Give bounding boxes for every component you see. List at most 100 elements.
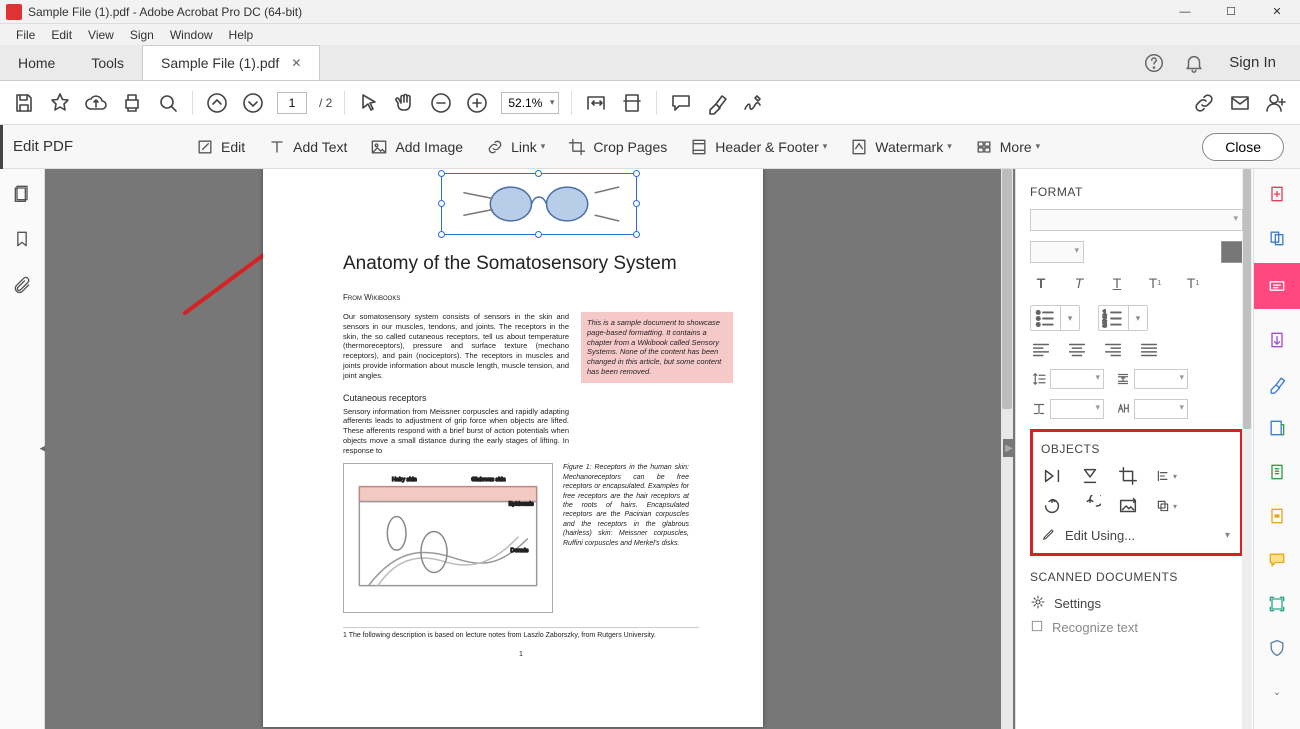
char-spacing-select[interactable]	[1134, 399, 1188, 419]
zoom-in-icon[interactable]	[465, 91, 489, 115]
bold-icon[interactable]: T	[1030, 273, 1052, 293]
selection-tool-icon[interactable]	[357, 91, 381, 115]
crop-pages-button[interactable]: Crop Pages	[567, 137, 667, 157]
fit-width-icon[interactable]	[584, 91, 608, 115]
save-icon[interactable]	[12, 91, 36, 115]
superscript-icon[interactable]: T1	[1144, 273, 1166, 293]
bullet-list-group[interactable]: ▾	[1030, 305, 1080, 331]
chevron-down-icon[interactable]: ▾	[1061, 306, 1079, 330]
organize-pages-icon[interactable]	[1264, 415, 1290, 441]
resize-handle[interactable]	[438, 231, 445, 238]
comment-icon[interactable]	[669, 91, 693, 115]
more-button[interactable]: More▾	[974, 137, 1040, 157]
align-justify-icon[interactable]	[1138, 341, 1160, 359]
combine-files-icon[interactable]	[1264, 225, 1290, 251]
flip-horizontal-icon[interactable]	[1041, 466, 1063, 486]
highlight-icon[interactable]	[705, 91, 729, 115]
line-spacing-select[interactable]	[1050, 369, 1104, 389]
tab-tools[interactable]: Tools	[73, 45, 142, 80]
minimize-button[interactable]: —	[1162, 0, 1208, 24]
compress-pdf-icon[interactable]	[1264, 459, 1290, 485]
font-color-swatch[interactable]	[1221, 241, 1243, 263]
menu-file[interactable]: File	[8, 26, 43, 44]
tab-document[interactable]: Sample File (1).pdf ✕	[142, 45, 320, 80]
bell-icon[interactable]	[1183, 52, 1205, 74]
resize-handle[interactable]	[633, 200, 640, 207]
crop-image-icon[interactable]	[1117, 466, 1139, 486]
hand-tool-icon[interactable]	[393, 91, 417, 115]
star-icon[interactable]	[48, 91, 72, 115]
flip-vertical-icon[interactable]	[1079, 466, 1101, 486]
find-icon[interactable]	[156, 91, 180, 115]
close-edit-button[interactable]: Close	[1202, 133, 1284, 161]
add-image-button[interactable]: Add Image	[369, 137, 463, 157]
collapse-right-icon[interactable]: ▶	[1003, 439, 1015, 457]
resize-handle[interactable]	[438, 200, 445, 207]
selected-image[interactable]	[441, 173, 637, 235]
rotate-cw-icon[interactable]	[1079, 496, 1101, 516]
cloud-upload-icon[interactable]	[84, 91, 108, 115]
resize-handle[interactable]	[438, 170, 445, 177]
menu-window[interactable]: Window	[162, 26, 221, 44]
scrollbar-thumb[interactable]	[1243, 169, 1251, 429]
horizontal-scale-select[interactable]	[1050, 399, 1104, 419]
paragraph-spacing-select[interactable]	[1134, 369, 1188, 389]
menu-view[interactable]: View	[80, 26, 122, 44]
zoom-out-icon[interactable]	[429, 91, 453, 115]
close-window-button[interactable]: ✕	[1254, 0, 1300, 24]
sign-icon[interactable]	[741, 91, 765, 115]
header-footer-button[interactable]: Header & Footer▾	[689, 137, 827, 157]
scrollbar-thumb[interactable]	[1002, 169, 1012, 409]
document-view[interactable]: ▶ Anatomy of the Somatosensory System Fr…	[45, 169, 1015, 729]
sign-rail-icon[interactable]	[1264, 371, 1290, 397]
align-left-icon[interactable]	[1030, 341, 1052, 359]
number-list-group[interactable]: 123▾	[1098, 305, 1148, 331]
recognize-text-checkbox[interactable]: Recognize text	[1030, 619, 1243, 636]
scan-ocr-icon[interactable]	[1264, 591, 1290, 617]
align-right-icon[interactable]	[1102, 341, 1124, 359]
export-pdf-icon[interactable]	[1264, 327, 1290, 353]
scanned-settings-button[interactable]: Settings	[1030, 594, 1243, 613]
watermark-button[interactable]: Watermark▾	[849, 137, 951, 157]
add-people-icon[interactable]	[1264, 91, 1288, 115]
numbered-list-icon[interactable]: 123	[1099, 306, 1129, 330]
maximize-button[interactable]: ☐	[1208, 0, 1254, 24]
bookmark-icon[interactable]	[12, 229, 32, 249]
add-text-button[interactable]: Add Text	[267, 137, 347, 157]
edit-pdf-rail-icon[interactable]	[1254, 263, 1300, 309]
arrange-icon[interactable]: ▾	[1155, 496, 1177, 516]
edit-button[interactable]: Edit	[195, 137, 245, 157]
italic-icon[interactable]: T	[1068, 273, 1090, 293]
align-objects-icon[interactable]: ▾	[1155, 466, 1177, 486]
fit-page-icon[interactable]	[620, 91, 644, 115]
comment-rail-icon[interactable]	[1264, 547, 1290, 573]
replace-image-icon[interactable]	[1117, 496, 1139, 516]
resize-handle[interactable]	[535, 170, 542, 177]
bullet-list-icon[interactable]	[1031, 306, 1061, 330]
email-icon[interactable]	[1228, 91, 1252, 115]
resize-handle[interactable]	[633, 170, 640, 177]
underline-icon[interactable]: T	[1106, 273, 1128, 293]
sign-in-button[interactable]: Sign In	[1223, 54, 1282, 71]
protect-icon[interactable]	[1264, 635, 1290, 661]
menu-sign[interactable]: Sign	[122, 26, 162, 44]
rotate-ccw-icon[interactable]	[1041, 496, 1063, 516]
more-tools-icon[interactable]: ⌄	[1264, 679, 1290, 705]
font-family-select[interactable]	[1030, 209, 1243, 231]
resize-handle[interactable]	[535, 231, 542, 238]
create-pdf-icon[interactable]	[1264, 181, 1290, 207]
edit-using-button[interactable]: Edit Using...	[1041, 526, 1232, 545]
help-icon[interactable]	[1143, 52, 1165, 74]
print-icon[interactable]	[120, 91, 144, 115]
resize-handle[interactable]	[633, 231, 640, 238]
redact-icon[interactable]	[1264, 503, 1290, 529]
attachment-icon[interactable]	[12, 275, 32, 295]
page-down-icon[interactable]	[241, 91, 265, 115]
chevron-down-icon[interactable]: ▾	[1129, 306, 1147, 330]
zoom-select[interactable]: 52.1%	[501, 92, 559, 114]
page-up-icon[interactable]	[205, 91, 229, 115]
align-center-icon[interactable]	[1066, 341, 1088, 359]
panel-scrollbar[interactable]	[1242, 169, 1252, 729]
font-size-select[interactable]	[1030, 241, 1084, 263]
subscript-icon[interactable]: T1	[1182, 273, 1204, 293]
